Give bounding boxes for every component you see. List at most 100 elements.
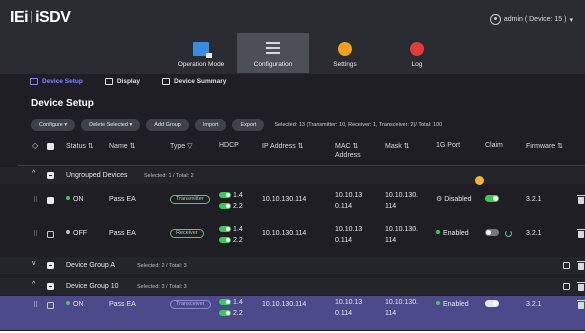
- trash-icon[interactable]: [577, 229, 585, 238]
- chevron-down-icon: ▾: [569, 16, 573, 24]
- hdcp-14-label: 1.4: [233, 226, 243, 233]
- column-mac[interactable]: MAC ⇅: [335, 142, 358, 150]
- configure-button[interactable]: Configure ▾: [31, 119, 76, 131]
- chevron-up-icon[interactable]: ^: [32, 170, 35, 177]
- hdcp-22-toggle[interactable]: [219, 203, 231, 209]
- port-status: ⚙ Disabled: [436, 195, 471, 205]
- hdcp-22: 2.2: [219, 309, 243, 319]
- drag-handle-icon[interactable]: ⠿: [33, 230, 38, 238]
- group-checkbox[interactable]: [47, 283, 54, 290]
- group-info: Selected: 2 / Total: 3: [137, 263, 187, 269]
- top-header: IEi iSDV admin ( Device: 15 ) ▾ Operation…: [0, 0, 585, 74]
- firmware: 3.2.1: [526, 301, 542, 308]
- table-row-selected[interactable]: ⠿ ON Pass EA Transceiver 1.4 2.2 10.10.1…: [0, 296, 585, 330]
- drag-handle-icon[interactable]: ⠿: [33, 301, 38, 309]
- display-icon: [104, 78, 113, 85]
- port-status: Enabled: [436, 229, 469, 239]
- table-header: ◇ Status ⇅ Name ⇅ Type ▽ HDCP IP Address…: [0, 138, 585, 166]
- status-cell: ON: [66, 300, 84, 310]
- brand-left: IEi: [10, 9, 29, 26]
- status-cell: OFF: [66, 229, 87, 239]
- hdcp-14-toggle[interactable]: [219, 192, 231, 198]
- row-checkbox[interactable]: [47, 197, 54, 204]
- mac-address: 10.10.13: [335, 192, 363, 199]
- column-firmware[interactable]: Firmware ⇅: [526, 142, 563, 150]
- mask: 10.10.130.: [385, 299, 419, 306]
- column-ip[interactable]: IP Address ⇅: [262, 142, 304, 150]
- mask-line2: 114: [385, 237, 397, 244]
- nav-label: Settings: [333, 61, 357, 68]
- port-text: Enabled: [443, 230, 469, 237]
- group-row-a[interactable]: v Device Group A Selected: 2 / Total: 3: [0, 257, 585, 274]
- nav-label: Configuration: [253, 61, 293, 68]
- group-checkbox[interactable]: [47, 172, 54, 179]
- hdcp-14-toggle[interactable]: [219, 299, 231, 305]
- status-dot-icon: [66, 196, 70, 200]
- port-status-dot-icon: [436, 230, 440, 234]
- edit-icon[interactable]: [563, 283, 570, 290]
- ip-address: 10.10.130.114: [262, 301, 307, 308]
- firmware: 3.2.1: [526, 196, 542, 203]
- add-group-button[interactable]: Add Group: [146, 119, 189, 131]
- edit-icon[interactable]: [563, 262, 570, 269]
- selection-info: Selected: 13 (Transmitter: 10, Receiver:…: [274, 122, 443, 128]
- trash-icon[interactable]: [577, 282, 585, 291]
- row-checkbox[interactable]: [47, 231, 54, 238]
- type-badge: Receiver: [170, 229, 204, 238]
- claim-cell: [485, 195, 501, 205]
- nav-operation-mode[interactable]: Operation Mode: [165, 33, 237, 73]
- export-button[interactable]: Export: [232, 119, 265, 131]
- hdcp-22-label: 2.2: [233, 203, 243, 210]
- import-button[interactable]: Import: [194, 119, 227, 131]
- column-status[interactable]: Status ⇅: [66, 142, 94, 150]
- chevron-down-icon[interactable]: v: [32, 260, 36, 267]
- column-mask[interactable]: Mask ⇅: [385, 142, 410, 150]
- status-dot-icon: [66, 301, 70, 305]
- chevron-up-icon[interactable]: ^: [32, 281, 35, 288]
- claim-toggle[interactable]: [485, 300, 499, 307]
- port-text: Enabled: [443, 301, 469, 308]
- port-gear-icon: ⚙: [436, 196, 445, 203]
- trash-icon[interactable]: [577, 195, 585, 204]
- nav-settings[interactable]: Settings: [309, 33, 381, 73]
- group-row-10[interactable]: ^ Device Group 10 Selected: 3 / Total: 3: [0, 278, 585, 295]
- claim-toggle[interactable]: [485, 229, 499, 236]
- user-menu[interactable]: admin ( Device: 15 ) ▾: [489, 14, 573, 25]
- group-row-ungrouped[interactable]: ^ Ungrouped Devices Selected: 1 / Total:…: [0, 167, 585, 184]
- mac-address-line2: 0.114: [335, 203, 352, 210]
- hdcp-14: 1.4: [219, 191, 243, 201]
- status-text: ON: [73, 196, 84, 203]
- table-row[interactable]: ⠿ OFF Pass EA Receiver 1.4 2.2 10.10.130…: [0, 220, 585, 254]
- claim-toggle[interactable]: [485, 195, 499, 202]
- gear-icon: [338, 42, 352, 56]
- hdcp-14-toggle[interactable]: [219, 226, 231, 232]
- loading-spinner-icon: [505, 230, 512, 237]
- column-name[interactable]: Name ⇅: [109, 142, 135, 150]
- delete-selected-button[interactable]: Delete Selected ▾: [81, 119, 141, 131]
- group-checkbox[interactable]: [47, 262, 54, 269]
- port-text: Disabled: [444, 196, 472, 203]
- expand-all-icon[interactable]: ◇: [32, 141, 38, 150]
- nav-log[interactable]: Log: [381, 33, 453, 73]
- select-all-checkbox[interactable]: [47, 143, 54, 150]
- table-row[interactable]: ⠿ ON Pass EA Transmitter 1.4 2.2 10.10.1…: [0, 186, 585, 220]
- drag-handle-icon[interactable]: ⠿: [33, 196, 38, 204]
- hdcp-22-toggle[interactable]: [219, 310, 231, 316]
- tab-device-summary[interactable]: Device Summary: [161, 78, 226, 85]
- hdcp-22-toggle[interactable]: [219, 237, 231, 243]
- column-type[interactable]: Type ▽: [170, 142, 193, 150]
- tab-display[interactable]: Display: [104, 78, 140, 85]
- mask-line2: 114: [385, 310, 397, 317]
- trash-icon[interactable]: [577, 300, 585, 309]
- trash-icon[interactable]: [577, 261, 585, 270]
- brand-divider: [31, 11, 33, 23]
- sub-tabs: Device Setup Display Device Summary: [30, 78, 226, 85]
- row-checkbox[interactable]: [47, 302, 54, 309]
- log-icon: [410, 42, 424, 56]
- nav-configuration[interactable]: Configuration: [237, 33, 309, 73]
- column-port: 1G Port: [436, 142, 461, 149]
- tab-device-setup[interactable]: Device Setup: [30, 78, 83, 85]
- claim-cell: [485, 300, 501, 310]
- device-setup-icon: [30, 78, 38, 85]
- mask: 10.10.130.: [385, 192, 419, 199]
